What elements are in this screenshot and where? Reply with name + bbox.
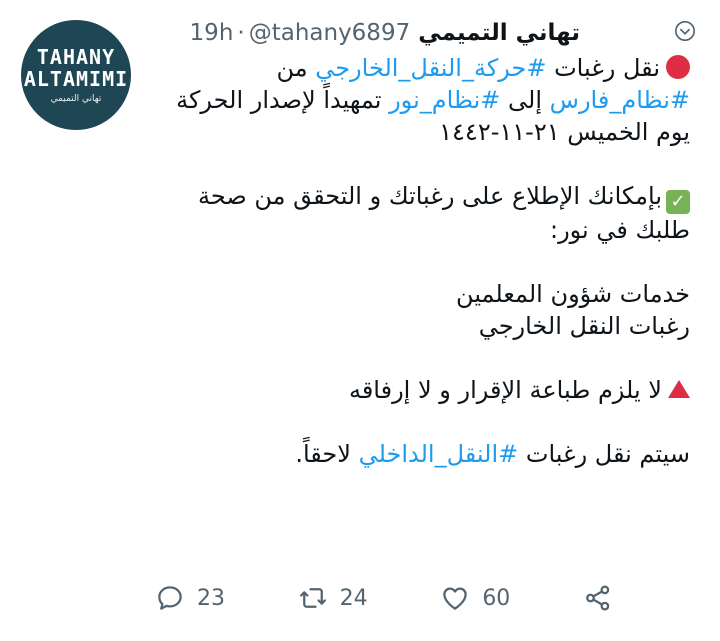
hashtag-link[interactable]: #النقل_الداخلي <box>359 440 519 468</box>
hashtag-link[interactable]: #نظام_فارس <box>550 86 690 114</box>
red-circle-emoji-icon <box>666 55 690 79</box>
reply-button[interactable]: 23 <box>155 583 225 613</box>
text: من <box>276 54 316 82</box>
retweet-count: 24 <box>339 585 368 611</box>
retweet-icon <box>299 588 326 608</box>
avatar-text-line2: ALTAMIMI <box>23 67 129 91</box>
avatar-text-line3: تهاني التميمي <box>50 94 102 104</box>
tweet-actions: 23 24 60 <box>155 580 625 616</box>
tweet-header: تهاني التميمي @tahany6897·19h <box>190 18 580 48</box>
reply-count: 23 <box>197 585 225 611</box>
more-options-button[interactable] <box>670 16 700 46</box>
like-count: 60 <box>482 585 511 611</box>
chevron-down-icon <box>675 21 695 41</box>
text: سيتم نقل رغبات <box>518 440 690 468</box>
check-mark-icon: ✓ <box>666 190 690 214</box>
paragraph-5: سيتم نقل رغبات #النقل_الداخلي لاحقاً. <box>145 438 690 470</box>
hashtag-link[interactable]: #نظام_نور <box>389 86 500 114</box>
paragraph-2: ✓بإمكانك الإطلاع على رغباتك و التحقق من … <box>145 180 690 246</box>
heart-icon <box>443 587 468 610</box>
text: إلى <box>500 86 550 114</box>
author-handle[interactable]: @tahany6897 <box>249 20 411 46</box>
author-name[interactable]: تهاني التميمي <box>418 20 580 46</box>
paragraph-3-line-1: خدمات شؤون المعلمين <box>456 280 690 308</box>
paragraph-4: لا يلزم طباعة الإقرار و لا إرفاقه <box>145 374 690 406</box>
hashtag-link[interactable]: #حركة_النقل_الخارجي <box>315 54 546 82</box>
share-button[interactable] <box>583 583 625 613</box>
share-icon <box>586 585 610 611</box>
text: بإمكانك الإطلاع على رغباتك و التحقق من ص… <box>197 182 690 244</box>
text: لا يلزم طباعة الإقرار و لا إرفاقه <box>348 376 662 404</box>
avatar-text-line1: TAHANY <box>36 45 116 69</box>
like-button[interactable]: 60 <box>440 583 510 613</box>
red-triangle-icon <box>668 380 690 398</box>
reply-icon <box>158 586 182 610</box>
text: نقل رغبات <box>546 54 660 82</box>
paragraph-3-line-2: رغبات النقل الخارجي <box>478 312 690 340</box>
paragraph-1: نقل رغبات #حركة_النقل_الخارجي من #نظام_ف… <box>145 52 690 148</box>
tweet-time[interactable]: 19h <box>190 20 234 46</box>
tweet-body: نقل رغبات #حركة_النقل_الخارجي من #نظام_ف… <box>145 52 690 470</box>
retweet-button[interactable]: 24 <box>298 583 368 613</box>
avatar[interactable]: TAHANY ALTAMIMI تهاني التميمي <box>21 20 131 130</box>
separator-dot: · <box>237 20 245 46</box>
text: لاحقاً. <box>295 440 359 468</box>
